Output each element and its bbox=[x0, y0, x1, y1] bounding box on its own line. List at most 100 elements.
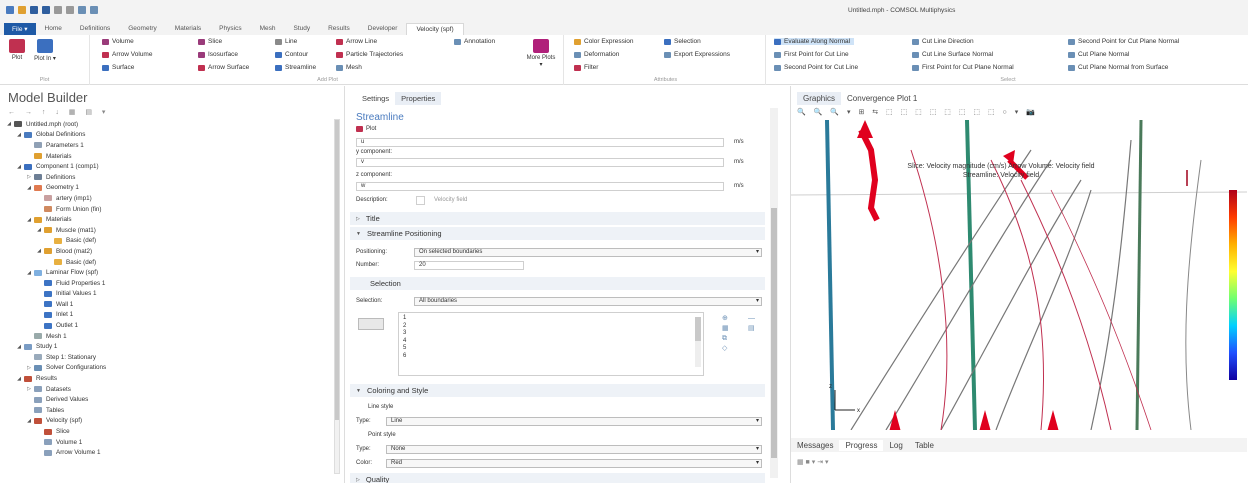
expand-toggle-icon[interactable]: ◢ bbox=[36, 227, 42, 233]
tree-node[interactable]: Derived Values bbox=[6, 394, 332, 405]
selection-list-item[interactable]: 4 bbox=[403, 338, 699, 346]
redo-icon[interactable] bbox=[66, 6, 74, 14]
active-toggle-button[interactable] bbox=[358, 318, 384, 330]
expand-toggle-icon[interactable]: ◢ bbox=[26, 270, 32, 276]
line-plot-button[interactable]: Line bbox=[275, 38, 297, 45]
color-expression-button[interactable]: Color Expression bbox=[574, 38, 634, 45]
number-input[interactable]: 20 bbox=[414, 261, 524, 270]
tree-node[interactable]: Basic (def) bbox=[6, 257, 332, 268]
selection-list-item[interactable]: 5 bbox=[403, 345, 699, 353]
tree-node[interactable]: ▷ Solver Configurations bbox=[6, 363, 332, 374]
mesh-plot-button[interactable]: Mesh bbox=[336, 64, 362, 71]
tab-home[interactable]: Home bbox=[36, 23, 71, 35]
section-coloring-and-style[interactable]: ▼ Coloring and Style bbox=[350, 384, 765, 397]
open-icon[interactable] bbox=[18, 6, 26, 14]
file-menu-tab[interactable]: File ▾ bbox=[4, 23, 36, 35]
arrow-line-plot-button[interactable]: Arrow Line bbox=[336, 38, 377, 45]
expand-toggle-icon[interactable]: ▷ bbox=[26, 386, 32, 392]
streamline-plot-button[interactable]: Streamline bbox=[275, 64, 316, 71]
particle-trajectories-button[interactable]: Particle Trajectories bbox=[336, 51, 403, 58]
tree-node[interactable]: Slice bbox=[6, 426, 332, 437]
section-selection[interactable]: Selection bbox=[350, 277, 765, 290]
tree-node[interactable]: ◢ Untitled.mph (root) bbox=[6, 119, 332, 130]
tree-node[interactable]: ◢ Muscle (mat1) bbox=[6, 225, 332, 236]
tree-node[interactable]: Form Union (fin) bbox=[6, 204, 332, 215]
z-component-field[interactable]: w bbox=[356, 182, 724, 191]
tab-physics[interactable]: Physics bbox=[210, 23, 250, 35]
surface-plot-button[interactable]: Surface bbox=[102, 64, 134, 71]
tree-node[interactable]: Basic (def) bbox=[6, 236, 332, 247]
copy-icon[interactable] bbox=[78, 6, 86, 14]
tab-settings[interactable]: Settings bbox=[356, 92, 395, 105]
expand-toggle-icon[interactable]: ◢ bbox=[16, 132, 22, 138]
selection-list-scrollbar[interactable] bbox=[695, 317, 701, 367]
tab-mesh[interactable]: Mesh bbox=[251, 23, 285, 35]
cut-line-direction-button[interactable]: Cut Line Direction bbox=[912, 38, 974, 45]
tree-node[interactable]: ◢ Global Definitions bbox=[6, 130, 332, 141]
tree-node[interactable]: ▷ Datasets bbox=[6, 384, 332, 395]
selection-list-item[interactable]: 3 bbox=[403, 330, 699, 338]
cut-line-surface-normal-button[interactable]: Cut Line Surface Normal bbox=[912, 51, 993, 58]
selection-toolbar-2[interactable]: — ▤ bbox=[748, 314, 755, 334]
expand-toggle-icon[interactable]: ▷ bbox=[26, 365, 32, 371]
tree-node[interactable]: ◢ Laminar Flow (spf) bbox=[6, 267, 332, 278]
selection-attribute-button[interactable]: Selection bbox=[664, 38, 701, 45]
tree-node[interactable]: Arrow Volume 1 bbox=[6, 447, 332, 458]
more-plots-button[interactable]: More Plots ▾ bbox=[526, 39, 556, 68]
settings-scrollbar[interactable] bbox=[770, 108, 778, 478]
tree-node[interactable]: Tables bbox=[6, 405, 332, 416]
x-component-field[interactable]: u bbox=[356, 138, 724, 147]
tab-graphics[interactable]: Graphics bbox=[797, 92, 842, 105]
paste-icon[interactable] bbox=[90, 6, 98, 14]
tab-results[interactable]: Results bbox=[319, 23, 359, 35]
selection-list[interactable]: 123456 bbox=[398, 312, 704, 376]
tree-node[interactable]: ▷ Definitions bbox=[6, 172, 332, 183]
tab-velocity-spf[interactable]: Velocity (spf) bbox=[406, 23, 464, 35]
tree-node[interactable]: Mesh 1 bbox=[6, 331, 332, 342]
tree-node[interactable]: ◢ Geometry 1 bbox=[6, 183, 332, 194]
tree-node[interactable]: ◢ Study 1 bbox=[6, 341, 332, 352]
save-as-icon[interactable] bbox=[42, 6, 50, 14]
graphics-canvas[interactable]: z x Slice: Velocity magnitude (cm/s) Arr… bbox=[790, 119, 1248, 432]
tree-node[interactable]: Fluid Properties 1 bbox=[6, 278, 332, 289]
first-point-cut-plane-normal-button[interactable]: First Point for Cut Plane Normal bbox=[912, 64, 1014, 71]
selection-list-item[interactable]: 1 bbox=[403, 315, 699, 323]
positioning-select[interactable]: On selected boundaries ▾ bbox=[414, 248, 762, 257]
tree-node[interactable]: Initial Values 1 bbox=[6, 289, 332, 300]
contour-plot-button[interactable]: Contour bbox=[275, 51, 308, 58]
tab-log[interactable]: Log bbox=[883, 440, 908, 451]
tree-node[interactable]: Wall 1 bbox=[6, 299, 332, 310]
expand-toggle-icon[interactable]: ◢ bbox=[26, 418, 32, 424]
expand-toggle-icon[interactable]: ◢ bbox=[6, 121, 12, 127]
expand-toggle-icon[interactable]: ◢ bbox=[26, 217, 32, 223]
undo-icon[interactable] bbox=[54, 6, 62, 14]
new-icon[interactable] bbox=[6, 6, 14, 14]
tree-node[interactable]: ◢ Component 1 (comp1) bbox=[6, 161, 332, 172]
deformation-button[interactable]: Deformation bbox=[574, 51, 619, 58]
tab-convergence-plot[interactable]: Convergence Plot 1 bbox=[841, 92, 923, 105]
tab-developer[interactable]: Developer bbox=[359, 23, 407, 35]
export-expressions-button[interactable]: Export Expressions bbox=[664, 51, 730, 58]
tree-node[interactable]: ◢ Velocity (spf) bbox=[6, 416, 332, 427]
model-builder-toolbar[interactable]: ← → ↑ ↓ ▦ ▤ ▾ bbox=[8, 108, 109, 116]
model-tree-scrollbar[interactable] bbox=[334, 119, 340, 474]
tab-table[interactable]: Table bbox=[909, 440, 940, 451]
isosurface-plot-button[interactable]: Isosurface bbox=[198, 51, 238, 58]
tab-materials[interactable]: Materials bbox=[166, 23, 210, 35]
tree-node[interactable]: Inlet 1 bbox=[6, 310, 332, 321]
plot-settings-button[interactable]: Plot bbox=[356, 126, 376, 132]
tree-node[interactable]: Step 1: Stationary bbox=[6, 352, 332, 363]
plot-in-button[interactable]: Plot In ▾ bbox=[34, 39, 56, 62]
y-component-field[interactable]: v bbox=[356, 158, 724, 167]
tab-progress[interactable]: Progress bbox=[839, 439, 884, 451]
messages-toolbar[interactable]: ▦ ■ ▾ ⇥ ▾ bbox=[797, 458, 829, 466]
selection-list-item[interactable]: 6 bbox=[403, 353, 699, 361]
tab-study[interactable]: Study bbox=[284, 23, 319, 35]
settings-scrollbar-thumb[interactable] bbox=[771, 208, 777, 458]
scrollbar-thumb[interactable] bbox=[335, 120, 339, 420]
color-select[interactable]: Red ▾ bbox=[386, 459, 762, 468]
tree-node[interactable]: artery (imp1) bbox=[6, 193, 332, 204]
section-title[interactable]: ▷ Title bbox=[350, 212, 765, 225]
tree-node[interactable]: ◢ Results bbox=[6, 373, 332, 384]
tree-node[interactable]: Outlet 1 bbox=[6, 320, 332, 331]
